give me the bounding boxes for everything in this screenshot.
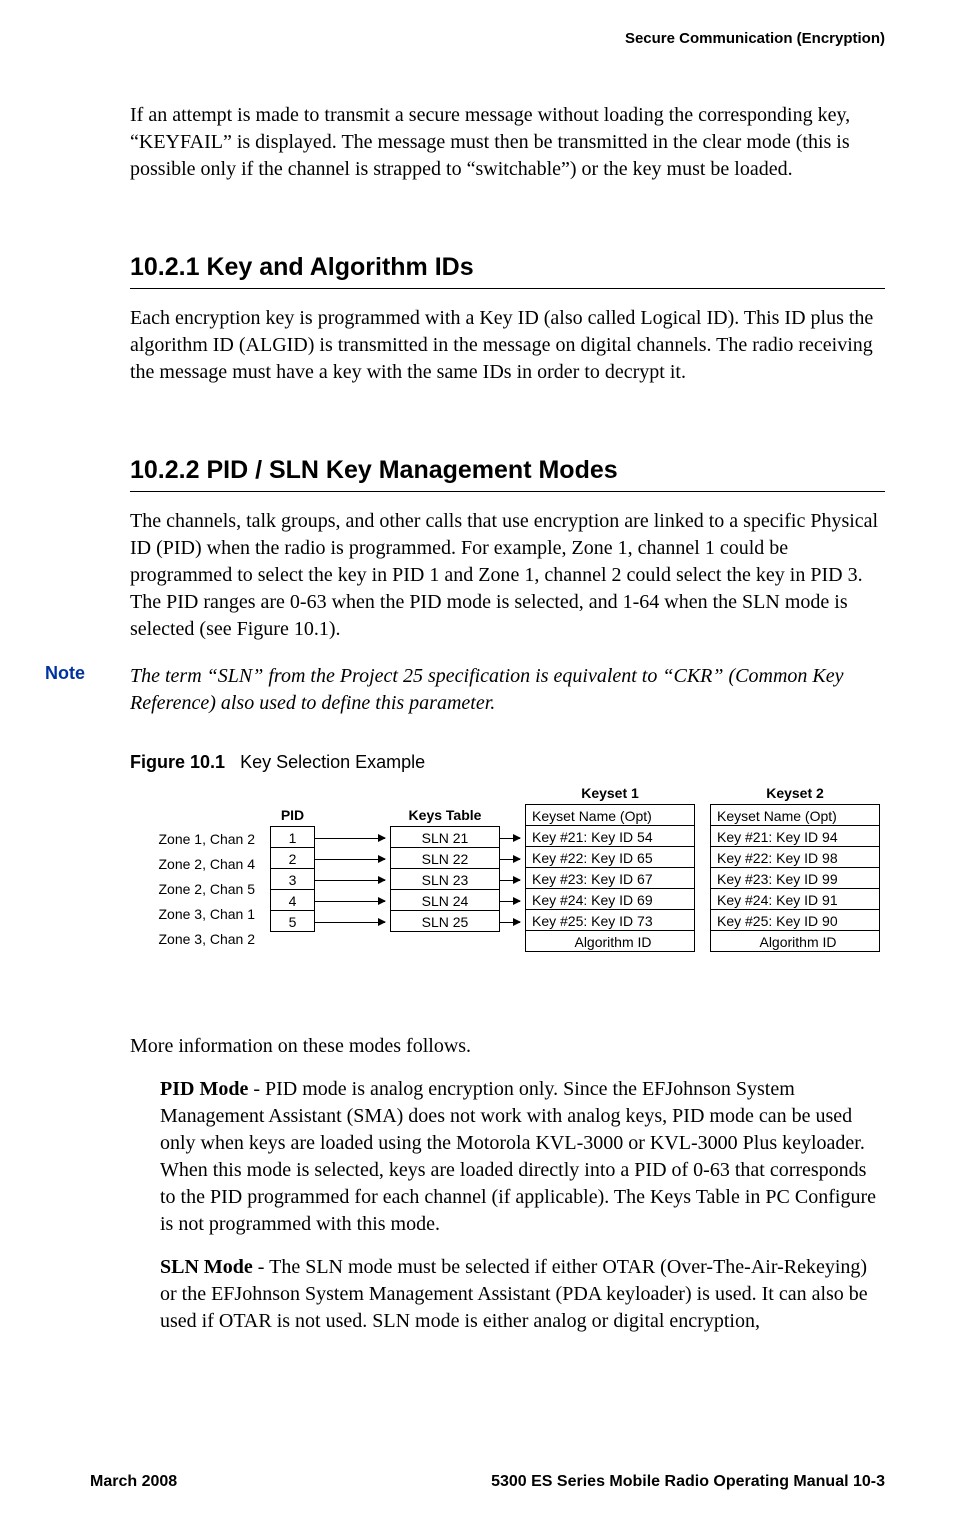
note-label: Note bbox=[45, 663, 130, 717]
keyset1-cell: Key #21: Key ID 54 bbox=[525, 825, 695, 847]
footer-date: March 2008 bbox=[90, 1473, 177, 1491]
arrow-icon bbox=[315, 901, 385, 902]
col-header-keyset1: Keyset 1 bbox=[525, 785, 695, 801]
keyset2-algid-cell: Algorithm ID bbox=[710, 930, 880, 952]
keyset1-algid-cell: Algorithm ID bbox=[525, 930, 695, 952]
section-heading-10-2-2: 10.2.2 PID / SLN Key Management Modes bbox=[130, 456, 885, 485]
arrow-icon bbox=[500, 901, 520, 902]
keyset2-cell: Key #25: Key ID 90 bbox=[710, 909, 880, 931]
zone-chan-label: Zone 3, Chan 1 bbox=[130, 902, 260, 927]
after-figure-para: More information on these modes follows. bbox=[130, 1033, 885, 1060]
keyset1-cell: Key #24: Key ID 69 bbox=[525, 888, 695, 910]
running-header: Secure Communication (Encryption) bbox=[130, 30, 885, 47]
arrow-icon bbox=[500, 859, 520, 860]
section-10-2-1-para: Each encryption key is programmed with a… bbox=[130, 305, 885, 386]
section-rule bbox=[130, 491, 885, 492]
pid-cell: 4 bbox=[270, 889, 315, 911]
pid-cell: 2 bbox=[270, 847, 315, 869]
keyset2-cell: Key #21: Key ID 94 bbox=[710, 825, 880, 847]
col-header-keyset2: Keyset 2 bbox=[710, 785, 880, 801]
note-block: Note The term “SLN” from the Project 25 … bbox=[130, 663, 885, 717]
col-header-pid: PID bbox=[270, 807, 315, 823]
pid-cell: 5 bbox=[270, 910, 315, 932]
arrow-icon bbox=[315, 838, 385, 839]
arrow-icon bbox=[315, 922, 385, 923]
intro-paragraph: If an attempt is made to transmit a secu… bbox=[130, 102, 885, 183]
keyset1-cell: Key #25: Key ID 73 bbox=[525, 909, 695, 931]
pid-cell: 1 bbox=[270, 826, 315, 848]
keyset1-header-cell: Keyset Name (Opt) bbox=[525, 804, 695, 826]
pid-mode-text: - PID mode is analog encryption only. Si… bbox=[160, 1078, 876, 1235]
section-10-2-2-para: The channels, talk groups, and other cal… bbox=[130, 508, 885, 643]
col-header-keys-table: Keys Table bbox=[390, 807, 500, 823]
pid-mode-label: PID Mode bbox=[160, 1078, 248, 1100]
keyset2-header-cell: Keyset Name (Opt) bbox=[710, 804, 880, 826]
keys-table-cell: SLN 23 bbox=[390, 868, 500, 890]
section-rule bbox=[130, 288, 885, 289]
keys-table-cell: SLN 21 bbox=[390, 826, 500, 848]
arrow-icon bbox=[500, 838, 520, 839]
zone-chan-label: Zone 2, Chan 4 bbox=[130, 852, 260, 877]
keys-table-cell: SLN 22 bbox=[390, 847, 500, 869]
sln-mode-label: SLN Mode bbox=[160, 1256, 253, 1278]
arrow-icon bbox=[315, 880, 385, 881]
arrow-icon bbox=[500, 880, 520, 881]
figure-diagram: PID Keys Table Keyset 1 Keyset 2 Zone 1,… bbox=[130, 783, 885, 1003]
zone-chan-label: Zone 2, Chan 5 bbox=[130, 877, 260, 902]
keyset1-cell: Key #22: Key ID 65 bbox=[525, 846, 695, 868]
keyset2-cell: Key #22: Key ID 98 bbox=[710, 846, 880, 868]
section-heading-10-2-1: 10.2.1 Key and Algorithm IDs bbox=[130, 253, 885, 282]
figure-title: Key Selection Example bbox=[240, 752, 425, 772]
keyset2-cell: Key #24: Key ID 91 bbox=[710, 888, 880, 910]
page-footer: March 2008 5300 ES Series Mobile Radio O… bbox=[90, 1473, 885, 1491]
zone-chan-label: Zone 1, Chan 2 bbox=[130, 827, 260, 852]
arrow-icon bbox=[500, 922, 520, 923]
sln-mode-para: SLN Mode - The SLN mode must be selected… bbox=[160, 1254, 885, 1335]
figure-caption: Figure 10.1 Key Selection Example bbox=[130, 752, 885, 773]
pid-cell: 3 bbox=[270, 868, 315, 890]
note-body: The term “SLN” from the Project 25 speci… bbox=[130, 663, 885, 717]
keyset1-cell: Key #23: Key ID 67 bbox=[525, 867, 695, 889]
pid-mode-para: PID Mode - PID mode is analog encryption… bbox=[160, 1076, 885, 1238]
sln-mode-text: - The SLN mode must be selected if eithe… bbox=[160, 1256, 868, 1332]
footer-manual-title-page: 5300 ES Series Mobile Radio Operating Ma… bbox=[491, 1473, 885, 1491]
zone-chan-label: Zone 3, Chan 2 bbox=[130, 927, 260, 952]
arrow-icon bbox=[315, 859, 385, 860]
keys-table-cell: SLN 25 bbox=[390, 910, 500, 932]
figure-number: Figure 10.1 bbox=[130, 752, 225, 772]
keys-table-cell: SLN 24 bbox=[390, 889, 500, 911]
keyset2-cell: Key #23: Key ID 99 bbox=[710, 867, 880, 889]
